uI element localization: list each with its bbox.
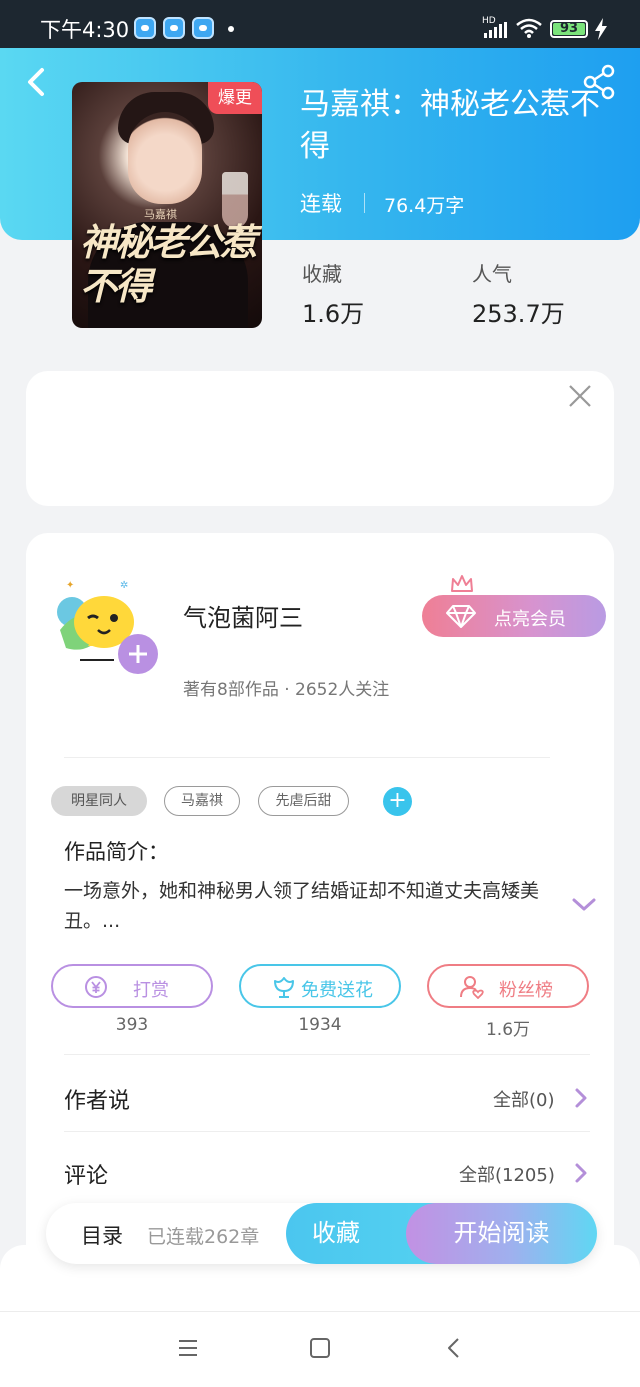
author-note-title: 作者说 xyxy=(64,1089,131,1114)
cover-badge: 爆更 xyxy=(208,82,262,114)
flower-count: 1934 xyxy=(298,1015,342,1035)
diamond-icon xyxy=(446,605,476,628)
fan-ranking-button[interactable]: 粉丝榜 xyxy=(427,964,589,1008)
book-title: 马嘉祺：神秘老公惹不得 xyxy=(300,87,600,164)
stat-label: 人气 xyxy=(472,262,512,286)
signal-icon xyxy=(484,22,507,38)
ad-banner[interactable] xyxy=(26,371,614,506)
nav-back-icon[interactable] xyxy=(442,1336,466,1360)
tag[interactable]: 马嘉祺 xyxy=(164,786,240,816)
cover-art xyxy=(128,112,202,204)
tip-button[interactable]: 打赏 xyxy=(51,964,213,1008)
divider xyxy=(64,1131,590,1132)
book-cover[interactable]: 马嘉祺 神秘老公惹不得 xyxy=(72,82,262,328)
tip-count: 393 xyxy=(115,1015,149,1035)
close-icon[interactable] xyxy=(566,382,594,410)
chevron-right-icon[interactable] xyxy=(572,1161,590,1185)
status-time: 下午4:30 xyxy=(40,18,130,42)
divider xyxy=(64,1054,590,1055)
svg-text:✦: ✦ xyxy=(66,580,74,591)
cover-title: 神秘老公惹不得 xyxy=(80,220,257,308)
tag[interactable]: 先虐后甜 xyxy=(258,786,349,816)
comments-title: 评论 xyxy=(64,1164,109,1189)
vip-button[interactable]: 点亮会员 xyxy=(422,595,606,637)
send-flower-button[interactable]: 免费送花 xyxy=(239,964,401,1008)
stat-value: 253.7万 xyxy=(472,300,565,328)
author-name[interactable]: 气泡菌阿三 xyxy=(183,598,303,633)
tip-button-label: 打赏 xyxy=(133,980,169,1001)
author-note-all-link[interactable]: 全部(0) xyxy=(493,1086,555,1112)
home-icon[interactable] xyxy=(308,1336,332,1360)
svg-text:✲: ✲ xyxy=(120,580,128,591)
fan-count: 1.6万 xyxy=(485,1020,531,1040)
add-tag-button[interactable]: + xyxy=(383,787,412,816)
vip-button-label: 点亮会员 xyxy=(494,609,566,630)
divider xyxy=(64,757,550,758)
battery-icon: 93 xyxy=(550,20,588,38)
fan-ranking-label: 粉丝榜 xyxy=(499,980,553,1001)
status-bar: 下午4:30 HD 93 xyxy=(0,0,640,48)
comments-all-link[interactable]: 全部(1205) xyxy=(459,1161,555,1187)
battery-level: 93 xyxy=(559,21,579,36)
app-notification-icon xyxy=(192,17,214,39)
crown-icon xyxy=(451,575,473,592)
intro-text: 一场意外，她和神秘男人领了结婚证却不知道丈夫高矮美丑。... xyxy=(64,880,540,932)
divider xyxy=(364,193,365,213)
start-reading-button[interactable]: 开始阅读 xyxy=(406,1203,597,1264)
author-avatar[interactable]: ✦ ✲ xyxy=(52,576,158,676)
fan-icon xyxy=(460,976,484,999)
charging-icon xyxy=(595,18,607,40)
chevron-down-icon[interactable] xyxy=(570,893,598,915)
intro-title: 作品简介： xyxy=(64,840,169,864)
yuan-icon xyxy=(85,976,107,998)
chapter-count: 已连载262章 xyxy=(147,1226,260,1248)
book-word-count: 76.4万字 xyxy=(384,195,465,217)
back-icon[interactable] xyxy=(18,62,58,102)
book-status: 连载 xyxy=(300,192,342,216)
send-flower-label: 免费送花 xyxy=(301,980,373,1001)
tag[interactable]: 明星同人 xyxy=(51,786,147,816)
menu-icon[interactable] xyxy=(176,1336,200,1360)
author-meta: 著有8部作品 · 2652人关注 xyxy=(183,680,390,700)
stat-value: 1.6万 xyxy=(302,300,365,328)
app-notification-icon xyxy=(163,17,185,39)
wifi-icon xyxy=(516,18,542,38)
stat-label: 收藏 xyxy=(302,262,342,286)
flower-icon xyxy=(274,977,294,998)
chevron-right-icon[interactable] xyxy=(572,1086,590,1110)
more-notifications-icon xyxy=(228,26,234,32)
app-notification-icon xyxy=(134,17,156,39)
table-of-contents-button[interactable]: 目录 xyxy=(81,1220,123,1250)
